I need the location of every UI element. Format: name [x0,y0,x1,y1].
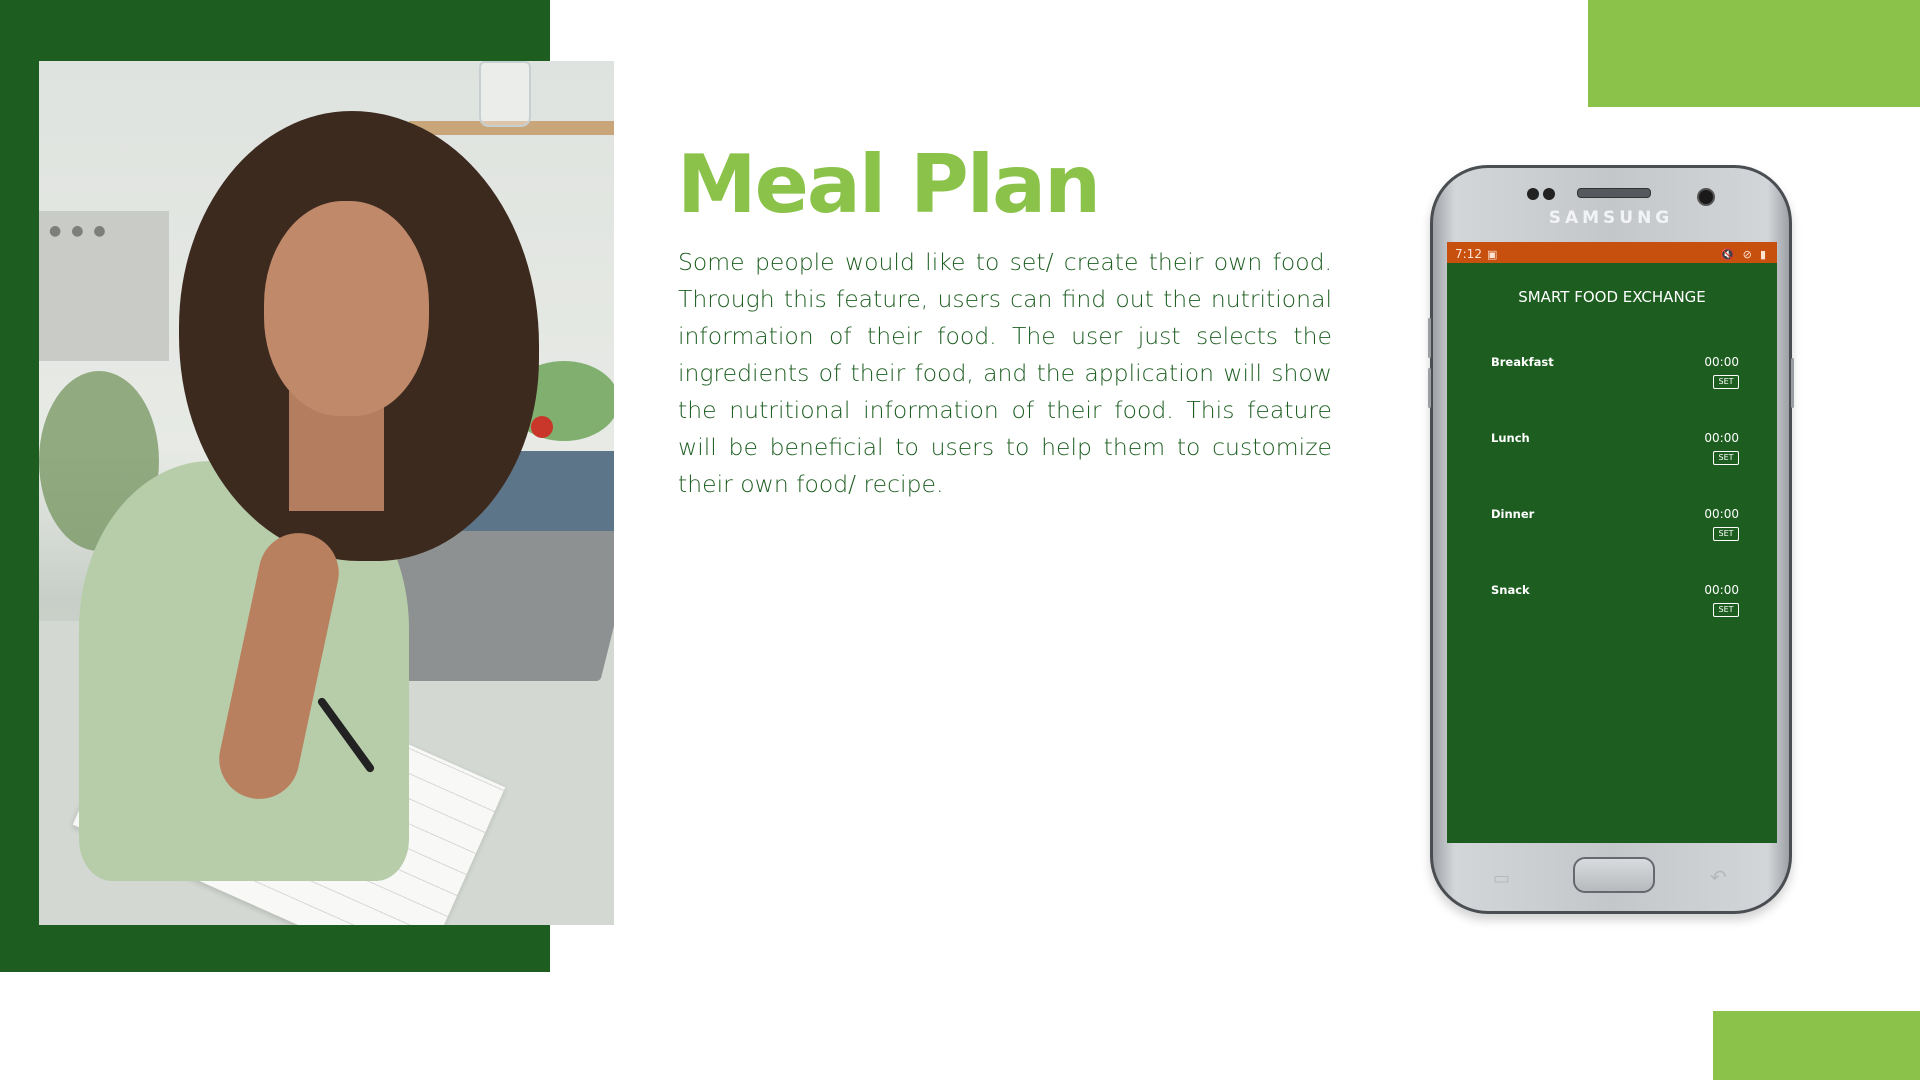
recent-apps-icon[interactable]: ▭ [1493,868,1510,889]
phone-screen: 7:12 ▣ 🔇 ⊘ ▮ SMART FOOD EXCHANGE Breakfa… [1447,242,1777,843]
app-title: SMART FOOD EXCHANGE [1518,288,1706,306]
meal-time[interactable]: 00:00 [1704,583,1739,597]
phone-brand-logo: SAMSUNG [1548,208,1674,228]
meal-time[interactable]: 00:00 [1704,507,1739,521]
oven: ●●● [39,211,169,361]
battery-icon: ▮ [1759,248,1769,261]
home-button[interactable] [1573,857,1655,893]
glass-jar [479,61,531,127]
meal-row-snack: Snack 00:00 SET [1491,583,1739,623]
status-bar: 7:12 ▣ 🔇 ⊘ ▮ [1447,242,1777,263]
meal-row-lunch: Lunch 00:00 SET [1491,431,1739,471]
accent-block-bottom-right [1713,1011,1920,1080]
front-camera-icon [1697,188,1715,206]
meal-time[interactable]: 00:00 [1704,355,1739,369]
meal-label: Lunch [1491,431,1530,445]
earpiece-speaker [1577,188,1651,198]
sensor-icon [1543,188,1555,200]
samsung-phone-mockup: SAMSUNG 7:12 ▣ 🔇 ⊘ ▮ SMART FOOD EXCHANGE… [1428,165,1794,914]
set-breakfast-button[interactable]: SET [1713,375,1739,389]
status-right: 🔇 ⊘ ▮ [1721,243,1769,262]
mute-icon: 🔇 [1720,248,1738,261]
status-time: 7:12 [1455,247,1482,261]
slide-description: Some people would like to set/ create th… [678,248,1332,498]
no-disturb-icon: ⊘ [1742,248,1755,261]
tomato [531,416,553,438]
volume-button [1428,318,1431,358]
back-icon[interactable]: ↶ [1710,865,1727,889]
meal-label: Snack [1491,583,1530,597]
person-face [264,201,429,416]
slide-title: Meal Plan [677,138,1101,231]
meal-row-dinner: Dinner 00:00 SET [1491,507,1739,547]
set-dinner-button[interactable]: SET [1713,527,1739,541]
power-button [1791,358,1794,408]
volume-button [1428,368,1431,408]
accent-block-top-right [1588,0,1920,107]
meal-time[interactable]: 00:00 [1704,431,1739,445]
oven-knobs: ●●● [49,223,116,239]
meal-label: Breakfast [1491,355,1554,369]
set-lunch-button[interactable]: SET [1713,451,1739,465]
set-snack-button[interactable]: SET [1713,603,1739,617]
woman-writing-meal-plan-photo: ●●● [39,61,614,925]
image-icon: ▣ [1487,248,1501,261]
meal-label: Dinner [1491,507,1535,521]
meal-row-breakfast: Breakfast 00:00 SET [1491,355,1739,395]
status-left: 7:12 ▣ [1455,243,1500,262]
sensor-icon [1527,188,1539,200]
